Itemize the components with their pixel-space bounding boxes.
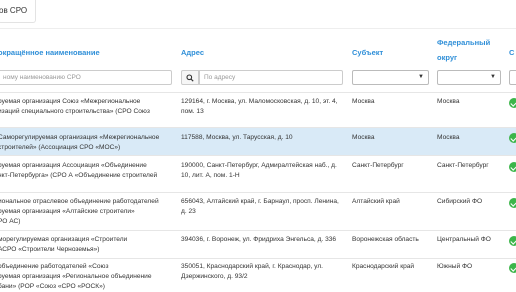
row-address: 350051, Краснодарский край, г. Краснодар… [181, 262, 346, 282]
row-name-line: морегулируемая организация «Строители [0, 236, 128, 243]
row-address-line: 117588, Москва, ул. Тарусская, д. 10 [181, 134, 293, 141]
table-row[interactable]: руемая организация Союз «Межрегиональное… [0, 92, 516, 128]
table-row[interactable]: объединение работодателей «Союз руемая о… [0, 258, 516, 290]
row-address: 117588, Москва, ул. Тарусская, д. 10 [181, 133, 346, 143]
row-address-line: 190000, Санкт-Петербург, Адмиралтейская … [181, 162, 337, 169]
column-header-name[interactable]: окращённое наименование [0, 47, 100, 58]
row-name-line: руемая организация Ассоциация «Объединен… [0, 162, 147, 169]
row-name-line: руемая организация Союз «Межрегиональное [0, 98, 141, 105]
row-name-line: Саморегулируемая организация «Межрегиона… [0, 134, 160, 141]
column-header-address[interactable]: Адрес [181, 47, 204, 58]
row-name-line: АСРО «Строители Черноземья») [0, 246, 100, 253]
tab-label: ов СРО [0, 6, 28, 15]
chevron-down-icon: ▼ [490, 74, 496, 80]
address-filter-input[interactable] [199, 70, 343, 85]
row-address-line: 129164, г. Москва, ул. Маломосковская, д… [181, 98, 338, 105]
row-address-line: 656043, Алтайский край, г. Барнаул, прос… [181, 198, 339, 205]
column-header-fo-line1: Федеральный [437, 38, 491, 47]
status-check-icon [509, 198, 516, 208]
column-header-fo-line2: округ [437, 53, 458, 62]
row-subject: Москва [352, 134, 375, 141]
fo-filter-select[interactable]: ▼ [437, 70, 501, 85]
status-filter-select[interactable] [509, 70, 516, 85]
row-federal-district: Центральный ФО [437, 236, 491, 243]
row-federal-district: Москва [437, 98, 460, 105]
row-name: Саморегулируемая организация «Межрегиона… [0, 133, 174, 153]
row-name: морегулируемая организация «Строители АС… [0, 235, 174, 255]
row-address-line: 350051, Краснодарский край, г. Краснодар… [181, 263, 324, 270]
row-subject: Алтайский край [352, 198, 400, 205]
row-federal-district: Сибирский ФО [437, 198, 483, 205]
column-header-status[interactable]: С [509, 47, 514, 58]
row-name-line: строителей» (Ассоциация СРО «МОС») [0, 144, 121, 151]
row-address-line: д. 23 [181, 208, 196, 215]
row-federal-district: Москва [437, 134, 460, 141]
row-subject: Краснодарский край [352, 263, 415, 270]
row-subject: Воронежская область [352, 236, 419, 243]
table-row[interactable]: морегулируемая организация «Строители АС… [0, 230, 516, 259]
row-name: руемая организация Ассоциация «Объединен… [0, 161, 174, 181]
row-address: 190000, Санкт-Петербург, Адмиралтейская … [181, 161, 346, 181]
row-name-line: иональное отраслевое объединение работод… [0, 198, 159, 205]
column-header-fo[interactable]: Федеральный округ [437, 37, 490, 63]
row-name-line: объединение работодателей «Союз [0, 263, 109, 270]
row-name-line: руемая организация «Алтайские строители» [0, 208, 135, 215]
search-icon [186, 74, 194, 82]
divider [0, 28, 516, 29]
row-name-line: изаций специального строительства» (СРО … [0, 108, 150, 115]
table-row[interactable]: руемая организация Ассоциация «Объединен… [0, 155, 516, 193]
row-address: 394036, г. Воронеж, ул. Фридриха Энгельс… [181, 235, 346, 245]
row-address-line: Дзержинского, д. 93/2 [181, 273, 248, 280]
row-federal-district: Южный ФО [437, 263, 473, 270]
status-check-icon [509, 236, 516, 246]
filter-row: ▼ ▼ [0, 66, 516, 92]
table-row[interactable]: Саморегулируемая организация «Межрегиона… [0, 127, 516, 156]
status-check-icon [509, 263, 516, 273]
row-name: иональное отраслевое объединение работод… [0, 197, 174, 227]
row-subject: Санкт-Петербург [352, 162, 404, 169]
chevron-down-icon: ▼ [418, 74, 424, 80]
subject-filter-select[interactable]: ▼ [352, 70, 429, 85]
status-check-icon [509, 133, 516, 143]
row-name-line: РО АС) [0, 218, 21, 225]
row-address: 656043, Алтайский край, г. Барнаул, прос… [181, 197, 346, 217]
address-search-button[interactable] [181, 70, 199, 85]
status-check-icon [509, 162, 516, 172]
row-address-line: 10, лит. А, пом. 1-Н [181, 172, 240, 179]
row-subject: Москва [352, 98, 375, 105]
row-name: объединение работодателей «Союз руемая о… [0, 262, 174, 292]
row-name-line: руемая организация «Региональное объедин… [0, 273, 152, 280]
row-address-line: пом. 13 [181, 108, 204, 115]
row-name: руемая организация Союз «Межрегиональное… [0, 97, 174, 117]
row-name-line: нкт-Петербурга» (СРО А «Объединение стро… [0, 172, 158, 179]
row-address-line: 394036, г. Воронеж, ул. Фридриха Энгельс… [181, 236, 337, 243]
column-header-subject[interactable]: Субъект [352, 47, 383, 58]
tab-sro-list[interactable]: ов СРО [0, 0, 36, 23]
row-name-line: бани» (РОР «Союз «СРО «РОСК») [0, 283, 105, 290]
name-filter-input[interactable] [0, 70, 172, 85]
status-check-icon [509, 98, 516, 108]
top-bar: ов СРО [0, 0, 516, 28]
table-row[interactable]: иональное отраслевое объединение работод… [0, 192, 516, 231]
row-federal-district: Санкт-Петербург [437, 162, 489, 169]
row-address: 129164, г. Москва, ул. Маломосковская, д… [181, 97, 346, 117]
